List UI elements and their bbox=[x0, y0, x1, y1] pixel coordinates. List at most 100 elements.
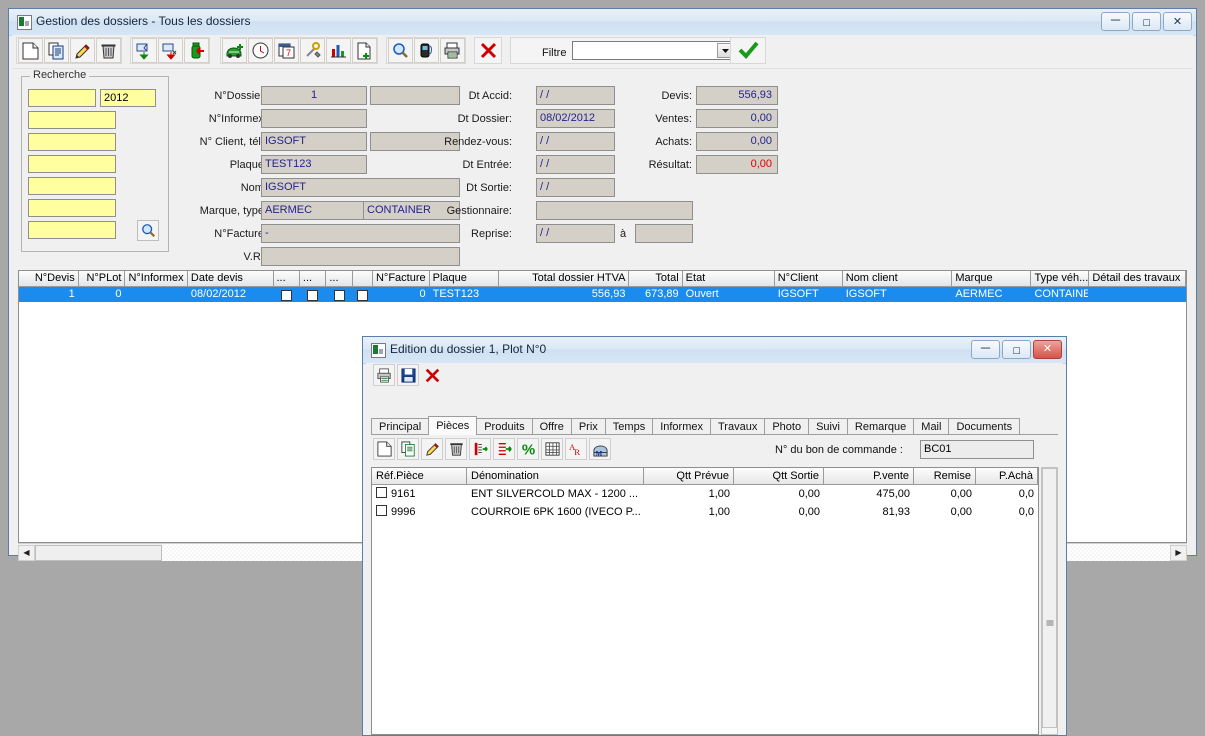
grid-col-header[interactable]: Nom client bbox=[842, 271, 953, 287]
piece-checkbox[interactable] bbox=[376, 487, 387, 498]
field-dt-dossier[interactable]: 08/02/2012 bbox=[536, 109, 615, 128]
tab-documents[interactable]: Documents bbox=[948, 418, 1021, 435]
tab-pi-ces[interactable]: Pièces bbox=[428, 416, 478, 435]
edit-pencil-icon[interactable] bbox=[421, 438, 443, 460]
cancel-icon[interactable] bbox=[476, 38, 501, 63]
search-field-1[interactable] bbox=[28, 89, 96, 107]
copy-icon[interactable] bbox=[44, 38, 69, 63]
field-reprise-a[interactable] bbox=[635, 224, 693, 243]
pieces-col-header[interactable]: P.Achà bbox=[976, 468, 1038, 485]
dialog-close-button[interactable]: ✕ bbox=[1033, 340, 1062, 359]
print-icon[interactable] bbox=[373, 364, 395, 386]
table-row[interactable]: 1 0 08/02/2012 0 TEST123 556,93 673,89 Ouvert IG… bbox=[19, 287, 1186, 302]
field-n-informex[interactable] bbox=[261, 109, 367, 128]
pieces-vscrollbar[interactable] bbox=[1041, 467, 1058, 735]
grid-col-header[interactable]: Date devis bbox=[187, 271, 274, 287]
field-plaque[interactable]: TEST123 bbox=[261, 155, 367, 174]
tab-suivi[interactable]: Suivi bbox=[808, 418, 848, 435]
new-document-icon[interactable] bbox=[18, 38, 43, 63]
tab-mail[interactable]: Mail bbox=[913, 418, 950, 435]
dialog-minimize-button[interactable]: ─ bbox=[971, 340, 1000, 359]
tab-travaux[interactable]: Travaux bbox=[710, 418, 766, 435]
tab-informex[interactable]: Informex bbox=[652, 418, 711, 435]
grid-col-header[interactable]: N°Client bbox=[774, 271, 843, 287]
list-item[interactable]: 9161 ENT SILVERCOLD MAX - 1200 ... 1,00 0,0… bbox=[372, 485, 1038, 503]
row-checkbox[interactable] bbox=[356, 289, 368, 301]
close-button[interactable]: ✕ bbox=[1163, 12, 1192, 31]
pieces-col-header[interactable]: Dénomination bbox=[467, 468, 644, 485]
cancel-red-x-icon[interactable] bbox=[421, 364, 443, 386]
pieces-col-header[interactable]: Remise bbox=[914, 468, 976, 485]
pieces-col-header[interactable]: Qtt Sortie bbox=[734, 468, 824, 485]
chart-icon[interactable] bbox=[326, 38, 351, 63]
field-dt-accid[interactable]: / / bbox=[536, 86, 615, 105]
grid-col-header[interactable]: Type véh... bbox=[1031, 271, 1090, 287]
scroll-left-arrow[interactable]: ◀ bbox=[18, 544, 35, 561]
pieces-col-header[interactable]: Qtt Prévue bbox=[644, 468, 734, 485]
grid-col-header[interactable]: N°Devis bbox=[19, 271, 79, 287]
maximize-button[interactable]: ☐ bbox=[1132, 12, 1161, 31]
search-field-2[interactable] bbox=[28, 111, 116, 129]
pieces-grid[interactable]: Réf.Pièce Dénomination Qtt Prévue Qtt Sorti… bbox=[371, 467, 1039, 735]
grid-col-header[interactable]: Plaque bbox=[429, 271, 499, 287]
phone-icon[interactable] bbox=[414, 38, 439, 63]
tools-icon[interactable] bbox=[300, 38, 325, 63]
grid-col-header[interactable]: ... bbox=[273, 271, 300, 287]
minimize-button[interactable]: ─ bbox=[1101, 12, 1130, 31]
piece-checkbox[interactable] bbox=[376, 505, 387, 516]
search-field-4[interactable] bbox=[28, 155, 116, 173]
field-n-dossier[interactable]: 1 bbox=[261, 86, 367, 105]
print-icon[interactable] bbox=[440, 38, 465, 63]
search-field-7[interactable] bbox=[28, 221, 116, 239]
new-file-icon[interactable] bbox=[352, 38, 377, 63]
row-checkbox[interactable] bbox=[280, 289, 292, 301]
supplier-icon[interactable]: M bbox=[589, 438, 611, 460]
grid-col-header[interactable]: ... bbox=[299, 271, 327, 287]
grid-col-header[interactable]: Marque bbox=[952, 271, 1032, 287]
vehicle-icon[interactable] bbox=[222, 38, 247, 63]
tab-produits[interactable]: Produits bbox=[476, 418, 533, 435]
tab-photo[interactable]: Photo bbox=[764, 418, 810, 435]
sort-az-icon[interactable]: AR bbox=[565, 438, 587, 460]
list-item[interactable]: 9996 COURROIE 6PK 1600 (IVECO P... 1,00 0,0… bbox=[372, 503, 1038, 521]
field-dt-entree[interactable]: / / bbox=[536, 155, 615, 174]
search-field-3[interactable] bbox=[28, 133, 116, 151]
field-gestionnaire[interactable] bbox=[536, 201, 693, 220]
field-dt-sortie[interactable]: / / bbox=[536, 178, 615, 197]
filter-combobox[interactable] bbox=[572, 41, 735, 60]
dialog-maximize-button[interactable]: ☐ bbox=[1002, 340, 1031, 359]
table-icon[interactable] bbox=[541, 438, 563, 460]
move-line-icon[interactable] bbox=[493, 438, 515, 460]
export-down-icon[interactable] bbox=[158, 38, 183, 63]
search-icon[interactable] bbox=[388, 38, 413, 63]
tab-principal[interactable]: Principal bbox=[371, 418, 430, 435]
scroll-right-arrow[interactable]: ▶ bbox=[1170, 544, 1187, 561]
field-n-client[interactable]: IGSOFT bbox=[261, 132, 367, 151]
grid-col-header[interactable]: Total dossier HTVA bbox=[498, 271, 630, 287]
main-window-titlebar[interactable]: Gestion des dossiers - Tous les dossiers… bbox=[9, 9, 1196, 36]
search-field-5[interactable] bbox=[28, 177, 116, 195]
import-down-icon[interactable] bbox=[132, 38, 157, 63]
grid-col-header[interactable]: Détail des travaux bbox=[1089, 271, 1186, 287]
delete-trash-icon[interactable] bbox=[96, 38, 121, 63]
grid-col-header[interactable]: N°Facture bbox=[372, 271, 430, 287]
pieces-col-header[interactable]: Réf.Pièce bbox=[372, 468, 467, 485]
pieces-col-header[interactable]: P.vente bbox=[824, 468, 914, 485]
grid-col-header[interactable] bbox=[352, 271, 373, 287]
grid-col-header[interactable]: Total bbox=[629, 271, 683, 287]
order-number-input[interactable]: BC01 bbox=[920, 440, 1034, 459]
delete-trash-icon[interactable] bbox=[445, 438, 467, 460]
grid-col-header[interactable]: N°Informex bbox=[125, 271, 188, 287]
field-vr[interactable] bbox=[261, 247, 460, 266]
tab-offre[interactable]: Offre bbox=[531, 418, 572, 435]
validate-icon[interactable] bbox=[734, 38, 762, 63]
hscroll-thumb[interactable] bbox=[35, 544, 162, 561]
grid-col-header[interactable]: ... bbox=[326, 271, 353, 287]
field-ventes[interactable]: 0,00 bbox=[696, 109, 778, 128]
search-field-6[interactable] bbox=[28, 199, 116, 217]
copy-document-icon[interactable] bbox=[397, 438, 419, 460]
field-achats[interactable]: 0,00 bbox=[696, 132, 778, 151]
tab-remarque[interactable]: Remarque bbox=[846, 418, 915, 435]
insert-line-icon[interactable] bbox=[469, 438, 491, 460]
field-rendez-vous[interactable]: / / bbox=[536, 132, 615, 151]
